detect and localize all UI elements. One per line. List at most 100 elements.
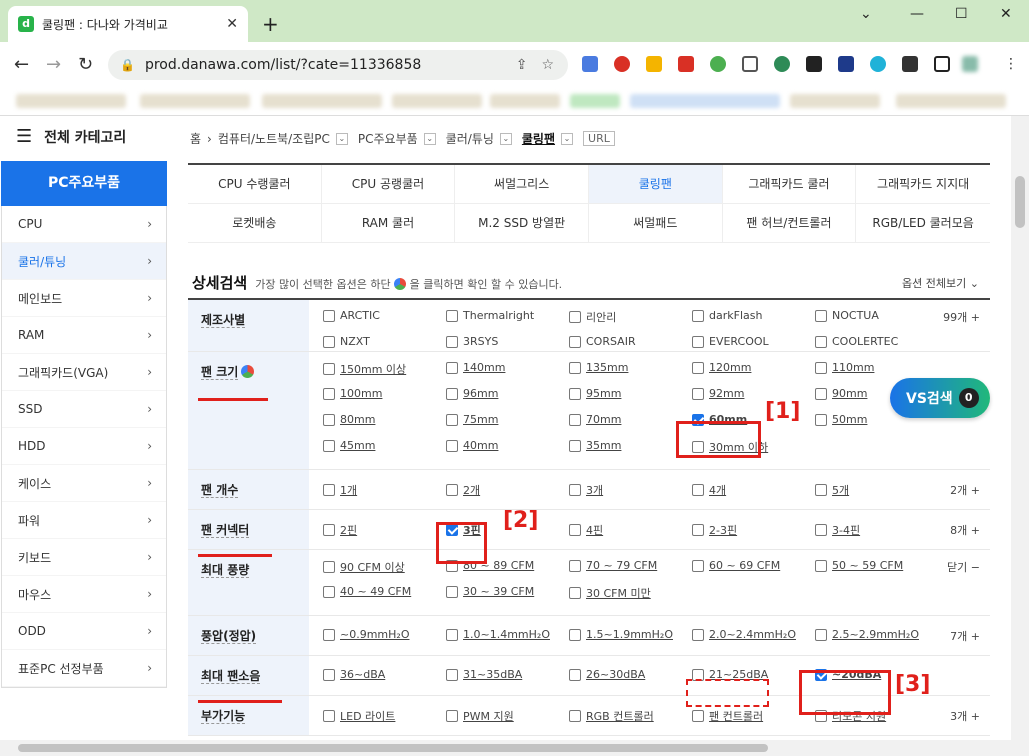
subcategory-tab[interactable]: RGB/LED 쿨러모음 [856,204,990,243]
filter-option[interactable]: PWM 지원 [446,708,514,724]
browser-tab[interactable]: d 쿨링팬 : 다나와 가격비교 ✕ [8,6,248,42]
sidebar-item[interactable]: SSD › [2,391,166,428]
checkbox[interactable] [569,710,581,722]
filter-option[interactable]: 3-4핀 [815,522,860,538]
subcategory-tab[interactable]: 쿨링팬 [588,165,723,204]
checkbox[interactable] [323,561,335,573]
filter-option[interactable]: 31~35dBA [446,668,522,681]
filter-option[interactable]: 50mm [815,413,867,426]
chevron-down-icon[interactable]: ⌄ [860,6,872,22]
ext-bookmark-icon[interactable] [742,56,758,72]
bookmark-item[interactable] [790,94,880,108]
filter-option[interactable]: 45mm [323,439,375,452]
filter-option[interactable]: 90mm [815,387,867,400]
popular-pie-icon[interactable] [241,365,255,378]
sidebar-item[interactable]: ODD › [2,613,166,650]
ext-cyan-icon[interactable] [870,56,886,72]
filter-option[interactable]: 리안리 [569,309,616,325]
filter-more-button[interactable]: 99개 + [943,309,980,325]
filter-option[interactable]: 96mm [446,387,498,400]
checkbox[interactable] [323,439,335,452]
breadcrumb-home[interactable]: 홈 [190,130,201,147]
filter-more-button[interactable]: 3개 + [950,708,980,724]
checkbox[interactable] [692,628,704,641]
filter-option[interactable]: 4개 [692,482,726,498]
bookmark-item[interactable] [896,94,1006,108]
filter-more-button[interactable]: 7개 + [950,628,980,644]
filter-option[interactable]: 80mm [323,413,375,426]
checkbox[interactable] [815,387,827,400]
filter-option[interactable]: 75mm [446,413,498,426]
ext-dark-icon[interactable] [806,56,822,72]
filter-option[interactable]: NOCTUA [815,309,879,322]
checkbox[interactable] [692,309,704,322]
checkbox[interactable] [446,413,458,426]
main-category-header[interactable]: PC주요부품 [1,161,167,206]
pdf-ext-icon[interactable] [678,56,694,72]
checkbox[interactable] [692,559,704,572]
filter-option[interactable]: CORSAIR [569,335,636,348]
filter-option[interactable]: 36~dBA [323,668,385,681]
checkbox[interactable] [569,587,581,599]
bookmark-item[interactable] [16,94,126,108]
bookmark-item[interactable] [630,94,780,108]
subcategory-tab[interactable]: M.2 SSD 방열판 [455,204,589,243]
checkbox[interactable] [446,335,458,348]
filter-option[interactable]: 2.5~2.9mmH₂O [815,628,919,641]
checkbox[interactable] [323,484,335,496]
checkbox[interactable] [446,668,458,681]
scroll-thumb[interactable] [1015,176,1025,228]
subcategory-tab[interactable]: 써멀그리스 [455,165,589,204]
filter-option[interactable]: COOLERTEC [815,335,898,348]
translate-ext-icon[interactable] [582,56,598,72]
checkbox[interactable] [446,710,458,722]
filter-option[interactable]: 팬 컨트롤러 [692,708,763,724]
checkbox[interactable] [692,361,704,374]
filter-option[interactable]: 40 ~ 49 CFM [323,585,411,598]
filter-option[interactable]: 1.0~1.4mmH₂O [446,628,550,641]
filter-option[interactable]: 30 ~ 39 CFM [446,585,534,598]
subcategory-tab[interactable]: RAM 쿨러 [321,204,456,243]
checkbox[interactable] [815,335,827,348]
checkbox[interactable] [323,335,335,348]
checkbox[interactable] [692,387,704,400]
filter-option[interactable]: 30 CFM 미만 [569,585,651,601]
dropdown-icon[interactable]: ⌄ [499,132,512,145]
subcategory-tab[interactable]: 팬 허브/컨트롤러 [722,204,857,243]
filter-more-button[interactable]: 8개 + [950,522,980,538]
checkbox[interactable] [692,524,704,536]
bookmark-item[interactable] [262,94,382,108]
sidebar-item[interactable]: RAM › [2,317,166,354]
checkbox[interactable] [815,484,827,496]
checkbox[interactable] [323,413,335,426]
filter-option[interactable]: 150mm 이상 [323,361,406,377]
checkbox[interactable] [692,335,704,348]
sidebar-item[interactable]: 표준PC 선정부품 › [2,650,166,687]
sidebar-item[interactable]: 키보드 › [2,539,166,576]
checkbox[interactable] [323,524,335,536]
checkbox[interactable] [569,439,581,452]
maximize-icon[interactable]: ☐ [955,6,968,22]
filter-option[interactable]: 120mm [692,361,751,374]
checkbox[interactable] [323,668,335,681]
forward-icon[interactable]: → [46,54,61,75]
filter-option[interactable]: 95mm [569,387,621,400]
breadcrumb-l3[interactable]: 쿨러/튜닝 [446,130,494,147]
filter-option[interactable]: 5개 [815,482,849,498]
vertical-scrollbar[interactable] [1011,116,1029,740]
filter-option[interactable]: 140mm [446,361,505,374]
sidebar-item[interactable]: 메인보드 › [2,280,166,317]
checkbox[interactable] [569,524,581,536]
checkbox[interactable] [815,309,827,322]
checkbox[interactable] [569,484,581,496]
checkbox[interactable] [815,559,827,572]
ext-download-icon[interactable] [646,56,662,72]
filter-option[interactable]: 35mm [569,439,621,452]
url-copy-button[interactable]: URL [583,131,615,146]
filter-option[interactable]: 3RSYS [446,335,498,348]
filter-more-button[interactable]: 닫기 − [947,559,980,575]
checkbox[interactable] [569,311,581,323]
filter-option[interactable]: ARCTIC [323,309,380,322]
checkbox[interactable] [446,628,458,641]
checkbox[interactable] [569,361,581,374]
